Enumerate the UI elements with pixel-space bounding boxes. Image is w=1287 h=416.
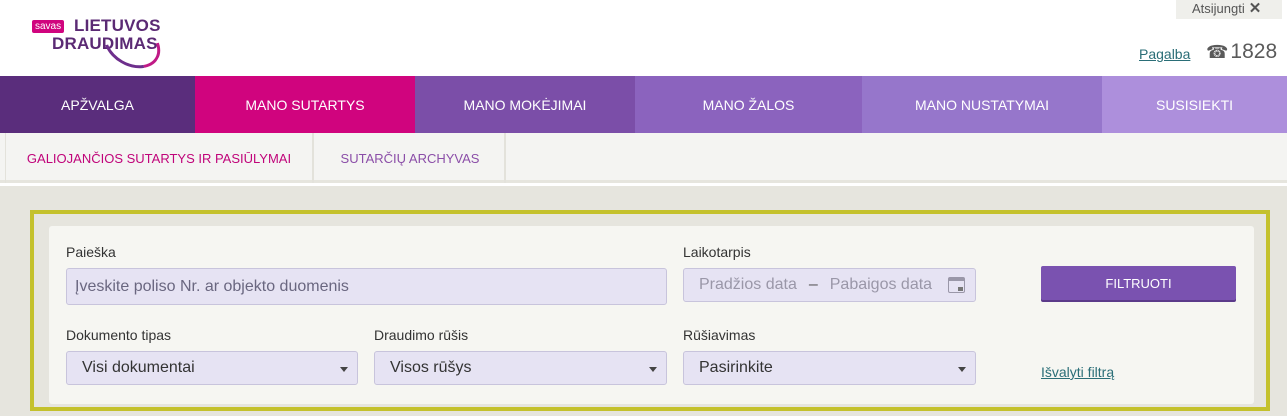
chevron-down-icon xyxy=(340,367,348,372)
logo[interactable]: savas LIETUVOS DRAUDIMAS xyxy=(30,9,170,79)
logo-badge: savas xyxy=(32,20,65,33)
subtab-valid-contracts[interactable]: GALIOJANČIOS SUTARTYS IR PASIŪLYMAI xyxy=(5,133,314,183)
page: savas LIETUVOS DRAUDIMAS Atsijungti ✕ Pag… xyxy=(0,0,1287,416)
header: savas LIETUVOS DRAUDIMAS Atsijungti ✕ Pag… xyxy=(0,0,1287,79)
tab-my-claims[interactable]: MANO ŽALOS xyxy=(635,76,862,133)
search-input[interactable]: Įveskite poliso Nr. ar objekto duomenis xyxy=(66,268,667,305)
chevron-down-icon xyxy=(649,367,657,372)
sort-value: Pasirinkite xyxy=(699,359,773,376)
date-range-input[interactable]: Pradžios data – Pabaigos data xyxy=(683,268,976,302)
logout-label: Atsijungti xyxy=(1192,1,1245,16)
logout-button[interactable]: Atsijungti ✕ xyxy=(1176,0,1282,19)
doc-type-value: Visi dokumentai xyxy=(82,359,195,376)
date-to-input[interactable]: Pabaigos data xyxy=(830,276,932,294)
phone-number-text: 1828 xyxy=(1230,40,1278,63)
tab-contact[interactable]: SUSISIEKTI xyxy=(1102,76,1287,133)
sort-label: Rūšiavimas xyxy=(683,327,756,343)
sort-select[interactable]: Pasirinkite xyxy=(683,351,976,385)
doc-type-select[interactable]: Visi dokumentai xyxy=(66,351,358,385)
insurance-type-select[interactable]: Visos rūšys xyxy=(374,351,667,385)
date-from-input[interactable]: Pradžios data xyxy=(699,276,797,294)
subtab-contract-archive[interactable]: SUTARČIŲ ARCHYVAS xyxy=(316,133,506,183)
doc-type-label: Dokumento tipas xyxy=(66,327,172,343)
close-icon: ✕ xyxy=(1248,0,1262,17)
search-label: Paieška xyxy=(66,244,116,260)
help-link[interactable]: Pagalba xyxy=(1139,46,1190,62)
sub-nav: GALIOJANČIOS SUTARTYS IR PASIŪLYMAI SUTA… xyxy=(0,133,1287,183)
tab-my-settings[interactable]: MANO NUSTATYMAI xyxy=(862,76,1102,133)
calendar-icon[interactable] xyxy=(948,277,965,293)
phone-number: ☎1828 xyxy=(1206,40,1277,64)
period-label: Laikotarpis xyxy=(683,244,751,260)
main-nav: APŽVALGA MANO SUTARTYS MANO MOKĖJIMAI MA… xyxy=(0,76,1287,133)
insurance-type-value: Visos rūšys xyxy=(390,359,472,376)
filter-button[interactable]: FILTRUOTI xyxy=(1041,266,1236,300)
tab-my-contracts[interactable]: MANO SUTARTYS xyxy=(195,76,415,133)
tab-overview[interactable]: APŽVALGA xyxy=(0,76,195,133)
phone-icon: ☎ xyxy=(1206,42,1229,62)
search-placeholder: Įveskite poliso Nr. ar objekto duomenis xyxy=(75,277,349,295)
tab-my-payments[interactable]: MANO MOKĖJIMAI xyxy=(415,76,635,133)
insurance-type-label: Draudimo rūšis xyxy=(374,327,469,343)
date-separator: – xyxy=(808,276,818,293)
clear-filter-link[interactable]: Išvalyti filtrą xyxy=(1041,364,1114,380)
chevron-down-icon xyxy=(958,367,966,372)
